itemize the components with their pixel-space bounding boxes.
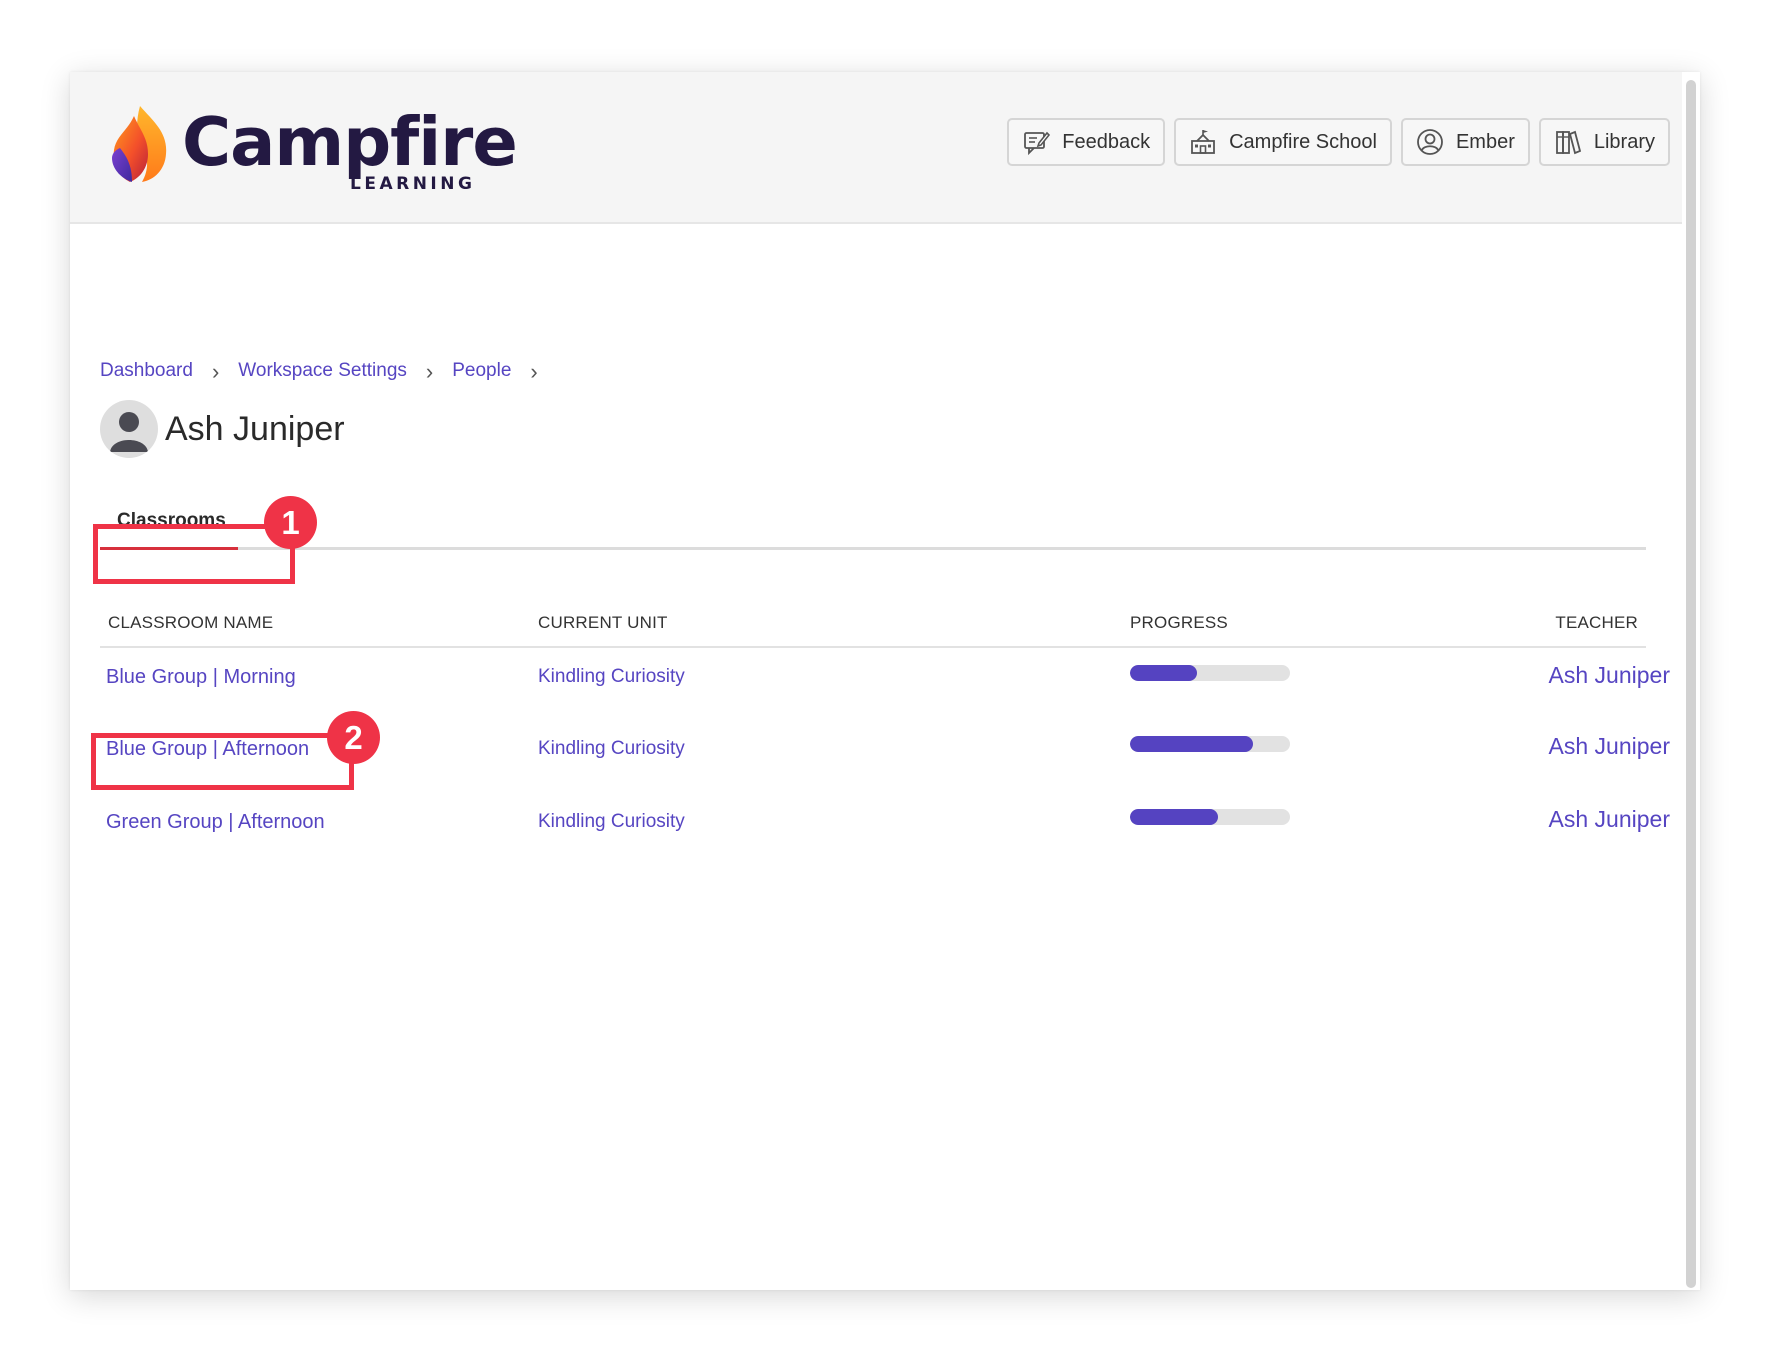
progress-bar [1130, 665, 1290, 681]
tab-divider [100, 547, 1646, 550]
books-icon [1555, 130, 1581, 155]
unit-link[interactable]: Kindling Curiosity [538, 738, 685, 760]
library-label: Library [1593, 130, 1655, 153]
feedback-label: Feedback [1062, 130, 1151, 153]
school-icon [1191, 130, 1216, 154]
breadcrumb-workspace-settings[interactable]: Workspace Settings [238, 360, 407, 382]
table-header: CLASSROOM NAME CURRENT UNIT PROGRESS TEA… [100, 608, 1646, 648]
app-window: Campfire LEARNING Feedback Campfire Scho… [70, 72, 1700, 1290]
progress-bar [1130, 809, 1290, 825]
feedback-icon [1024, 131, 1051, 156]
chevron-right-icon: › [425, 358, 434, 384]
progress-bar [1130, 736, 1290, 752]
table-row: Green Group | Afternoon Kindling Curiosi… [100, 805, 1670, 875]
header-progress[interactable]: PROGRESS [1130, 613, 1228, 633]
annotation-badge-1: 1 [264, 496, 317, 549]
progress-fill [1130, 665, 1198, 681]
flame-logo-icon [112, 106, 167, 182]
chevron-right-icon: › [211, 358, 220, 384]
progress-fill [1130, 809, 1218, 825]
top-header: Campfire LEARNING Feedback Campfire Scho… [70, 72, 1682, 224]
top-nav: Feedback Campfire School Ember Library [1007, 118, 1670, 166]
feedback-button[interactable]: Feedback [1007, 118, 1166, 166]
chevron-right-icon: › [530, 358, 538, 384]
ember-label: Ember [1455, 130, 1515, 153]
progress-fill [1130, 736, 1254, 752]
campfire-school-label: Campfire School [1229, 130, 1377, 153]
classroom-link[interactable]: Blue Group | Morning [106, 666, 296, 689]
library-button[interactable]: Library [1538, 118, 1670, 166]
breadcrumb-people[interactable]: People [452, 360, 511, 382]
classroom-link[interactable]: Green Group | Afternoon [106, 811, 325, 834]
breadcrumb: Dashboard › Workspace Settings › People … [100, 360, 557, 382]
teacher-link[interactable]: Ash Juniper [1549, 733, 1670, 760]
page-title: Ash Juniper [165, 409, 345, 448]
annotation-highlight-1 [93, 524, 295, 584]
ember-button[interactable]: Ember [1400, 118, 1530, 166]
teacher-link[interactable]: Ash Juniper [1549, 662, 1670, 689]
header-current-unit[interactable]: CURRENT UNIT [538, 613, 668, 633]
vertical-scrollbar[interactable] [1686, 80, 1696, 1288]
teacher-link[interactable]: Ash Juniper [1549, 806, 1670, 833]
unit-link[interactable]: Kindling Curiosity [538, 666, 685, 688]
brand-name: Campfire [182, 103, 518, 181]
annotation-highlight-2 [91, 733, 354, 790]
person-header: Ash Juniper [100, 400, 345, 458]
campfire-school-button[interactable]: Campfire School [1174, 118, 1392, 166]
breadcrumb-dashboard[interactable]: Dashboard [100, 360, 193, 382]
avatar [100, 400, 158, 458]
user-circle-icon [1417, 129, 1443, 155]
annotation-badge-2: 2 [327, 711, 380, 764]
unit-link[interactable]: Kindling Curiosity [538, 811, 685, 833]
person-silhouette-icon [110, 412, 148, 452]
header-teacher[interactable]: TEACHER [1555, 613, 1638, 633]
header-classroom-name[interactable]: CLASSROOM NAME [108, 613, 273, 633]
brand-subtitle: LEARNING [350, 174, 476, 194]
